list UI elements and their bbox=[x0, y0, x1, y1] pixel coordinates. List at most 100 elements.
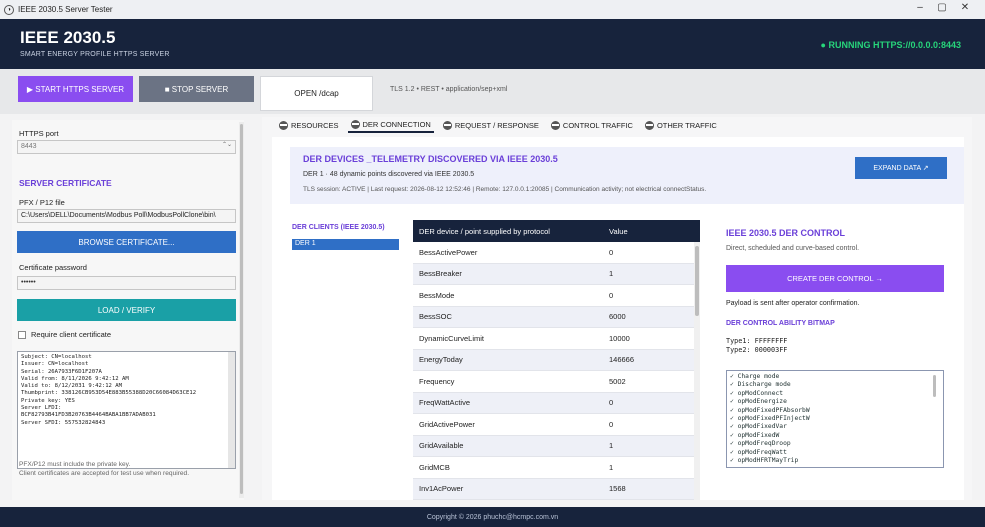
table-row[interactable]: BessMode 0 bbox=[413, 285, 700, 307]
copyright-text: Copyright © 2026 phuchc@hcmpc.com.vn bbox=[426, 513, 559, 521]
check-icon: ✓ bbox=[730, 431, 738, 439]
table-row[interactable]: GridActivePower 0 bbox=[413, 414, 700, 436]
tab-label: OTHER TRAFFIC bbox=[656, 120, 717, 130]
control-title: IEEE 2030.5 DER CONTROL bbox=[726, 228, 846, 238]
table-row[interactable]: BessBreaker 1 bbox=[413, 263, 700, 285]
stop-server-button[interactable]: ■ STOP SERVER bbox=[139, 76, 254, 102]
ability-scroll-thumb[interactable] bbox=[933, 375, 936, 397]
table-row[interactable]: EnergyToday 146666 bbox=[413, 349, 700, 371]
point-name-cell: GridAvailable bbox=[419, 441, 464, 451]
tab-label: REQUEST / RESPONSE bbox=[454, 120, 539, 130]
table-row[interactable]: GridAvailable 1 bbox=[413, 435, 700, 457]
open-dcap-button[interactable]: OPEN /dcap bbox=[260, 76, 373, 111]
table-scroll-thumb[interactable] bbox=[695, 246, 699, 316]
point-name-cell: Inv1AcPower bbox=[419, 484, 464, 494]
table-row[interactable]: Frequency 5002 bbox=[413, 371, 700, 393]
point-name-cell: Frequency bbox=[419, 376, 455, 386]
tab-resources-icon bbox=[279, 120, 288, 130]
bitmap-type1: Type1: FFFFFFFF bbox=[726, 337, 788, 345]
check-icon: ✓ bbox=[730, 440, 738, 448]
check-icon: ✓ bbox=[730, 457, 738, 465]
tab-label: RESOURCES bbox=[291, 120, 339, 130]
point-name-cell: BessActivePower bbox=[419, 247, 478, 257]
clients-heading: DER CLIENTS (IEEE 2030.5) bbox=[292, 224, 385, 231]
der-banner: DER DEVICES _TELEMETRY DISCOVERED VIA IE… bbox=[290, 147, 964, 204]
point-name-cell: BessBreaker bbox=[419, 269, 462, 279]
ability-label: opModEnergize bbox=[737, 398, 787, 406]
ability-item[interactable]: ✓ opModConnect bbox=[730, 390, 940, 398]
point-value-cell: 1 bbox=[609, 441, 614, 451]
ability-item[interactable]: ✓ opModEnergize bbox=[730, 398, 940, 406]
banner-status: TLS session: ACTIVE | Last request: 2026… bbox=[303, 186, 707, 193]
cert-scrollbar[interactable] bbox=[228, 352, 235, 468]
ability-item[interactable]: ✓ opModHFRTMayTrip bbox=[730, 457, 940, 465]
tab-request-icon bbox=[442, 120, 452, 130]
check-icon: ✓ bbox=[730, 398, 738, 406]
protocol-info: TLS 1.2 • REST • application/sep+xml bbox=[390, 86, 508, 93]
der-control-pane: IEEE 2030.5 DER CONTROL Direct, schedule… bbox=[714, 220, 962, 500]
password-input[interactable]: •••••• bbox=[17, 276, 236, 290]
ability-item[interactable]: ✓ opModFreqDroop bbox=[730, 440, 940, 448]
pfx-label: PFX / P12 file bbox=[19, 198, 65, 207]
expand-data-button[interactable]: EXPAND DATA ↗ bbox=[855, 157, 947, 179]
table-row[interactable]: Inv1AcPower 1568 bbox=[413, 478, 700, 500]
require-cert-checkbox[interactable] bbox=[18, 330, 26, 339]
ability-item[interactable]: ✓ opModFixedPFInjectW bbox=[730, 415, 940, 423]
window-title: IEEE 2030.5 Server Tester bbox=[18, 5, 113, 14]
table-header: DER device / point supplied by protocol … bbox=[413, 220, 700, 242]
left-panel-scroll-thumb[interactable] bbox=[240, 124, 243, 494]
table-body: BessActivePower 0 BessBreaker 1 BessMode 0 Bes… bbox=[413, 242, 700, 500]
ability-label: Discharge mode bbox=[737, 381, 791, 389]
spinner-icon[interactable]: ⌃⌄ bbox=[222, 141, 232, 148]
banner-subtitle: DER 1 · 48 dynamic points discovered via… bbox=[303, 171, 475, 178]
check-icon: ✓ bbox=[730, 423, 738, 431]
client-item-der1[interactable]: DER 1 bbox=[292, 239, 399, 250]
table-row[interactable]: BessActivePower 0 bbox=[413, 242, 700, 264]
require-cert-option[interactable]: Require client certificate bbox=[18, 330, 111, 339]
point-value-cell: 146666 bbox=[609, 355, 635, 365]
point-name-cell: GridMCB bbox=[419, 462, 450, 472]
ability-item[interactable]: ✓ opModFixedVar bbox=[730, 423, 940, 431]
point-name-cell: DynamicCurveLimit bbox=[419, 333, 485, 343]
port-label: HTTPS port bbox=[19, 129, 59, 138]
der-points-table: DER device / point supplied by protocol … bbox=[413, 220, 700, 500]
point-name-cell: BessMode bbox=[419, 290, 455, 300]
ability-item[interactable]: ✓ opModFreqWatt bbox=[730, 449, 940, 457]
point-name-cell: EnergyToday bbox=[419, 355, 463, 365]
table-row[interactable]: GridMCB 1 bbox=[413, 457, 700, 479]
tab-request-response[interactable]: REQUEST / RESPONSE bbox=[440, 117, 542, 133]
tab-control-traffic[interactable]: CONTROL TRAFFIC bbox=[548, 117, 636, 133]
maximize-icon[interactable]: ▢ bbox=[932, 2, 952, 13]
port-input[interactable]: 8443 ⌃⌄ bbox=[17, 140, 236, 154]
minimize-icon[interactable]: – bbox=[910, 2, 930, 13]
app-subtitle: SMART ENERGY PROFILE HTTPS SERVER bbox=[20, 51, 170, 58]
ability-list[interactable]: ✓ Charge mode ✓ Discharge mode ✓ opModConn… bbox=[726, 370, 944, 468]
ability-label: opModFreqWatt bbox=[737, 448, 787, 456]
table-row[interactable]: FreqWattActive 0 bbox=[413, 392, 700, 414]
tab-resources[interactable]: RESOURCES bbox=[276, 117, 342, 133]
toolbar: ▶ START HTTPS SERVER ■ STOP SERVER OPEN … bbox=[0, 69, 985, 114]
point-value-cell: 10000 bbox=[609, 333, 630, 343]
browse-certificate-button[interactable]: BROWSE CERTIFICATE... bbox=[17, 231, 236, 253]
control-subtitle: Direct, scheduled and curve-based contro… bbox=[726, 245, 860, 252]
point-value-cell: 0 bbox=[609, 290, 614, 300]
ability-item[interactable]: ✓ opModFixedW bbox=[730, 432, 940, 440]
tab-other-icon bbox=[644, 120, 654, 130]
bitmap-type2: Type2: 000003FF bbox=[726, 346, 788, 354]
ability-item[interactable]: ✓ Discharge mode bbox=[730, 381, 940, 389]
bitmap-heading: DER CONTROL ABILITY BITMAP bbox=[726, 320, 835, 327]
load-verify-button[interactable]: LOAD / VERIFY bbox=[17, 299, 236, 321]
pfx-path-input[interactable]: C:\Users\DELL\Documents\Modbus Poll\Modb… bbox=[17, 209, 236, 223]
tab-der-connection[interactable]: DER CONNECTION bbox=[347, 117, 434, 133]
table-row[interactable]: DynamicCurveLimit 10000 bbox=[413, 328, 700, 350]
ability-label: Charge mode bbox=[737, 373, 780, 380]
check-icon: ✓ bbox=[730, 389, 738, 397]
tab-other-traffic[interactable]: OTHER TRAFFIC bbox=[642, 117, 720, 133]
table-row[interactable]: BessSOC 6000 bbox=[413, 306, 700, 328]
close-icon[interactable]: ✕ bbox=[955, 2, 975, 13]
create-der-control-button[interactable]: CREATE DER CONTROL → bbox=[726, 265, 944, 292]
col-point-header: DER device / point supplied by protocol bbox=[419, 226, 550, 236]
ability-item[interactable]: ✓ opModFixedPFAbsorbW bbox=[730, 407, 940, 415]
ability-item[interactable]: ✓ Charge mode bbox=[730, 373, 940, 381]
start-server-button[interactable]: ▶ START HTTPS SERVER bbox=[18, 76, 133, 102]
